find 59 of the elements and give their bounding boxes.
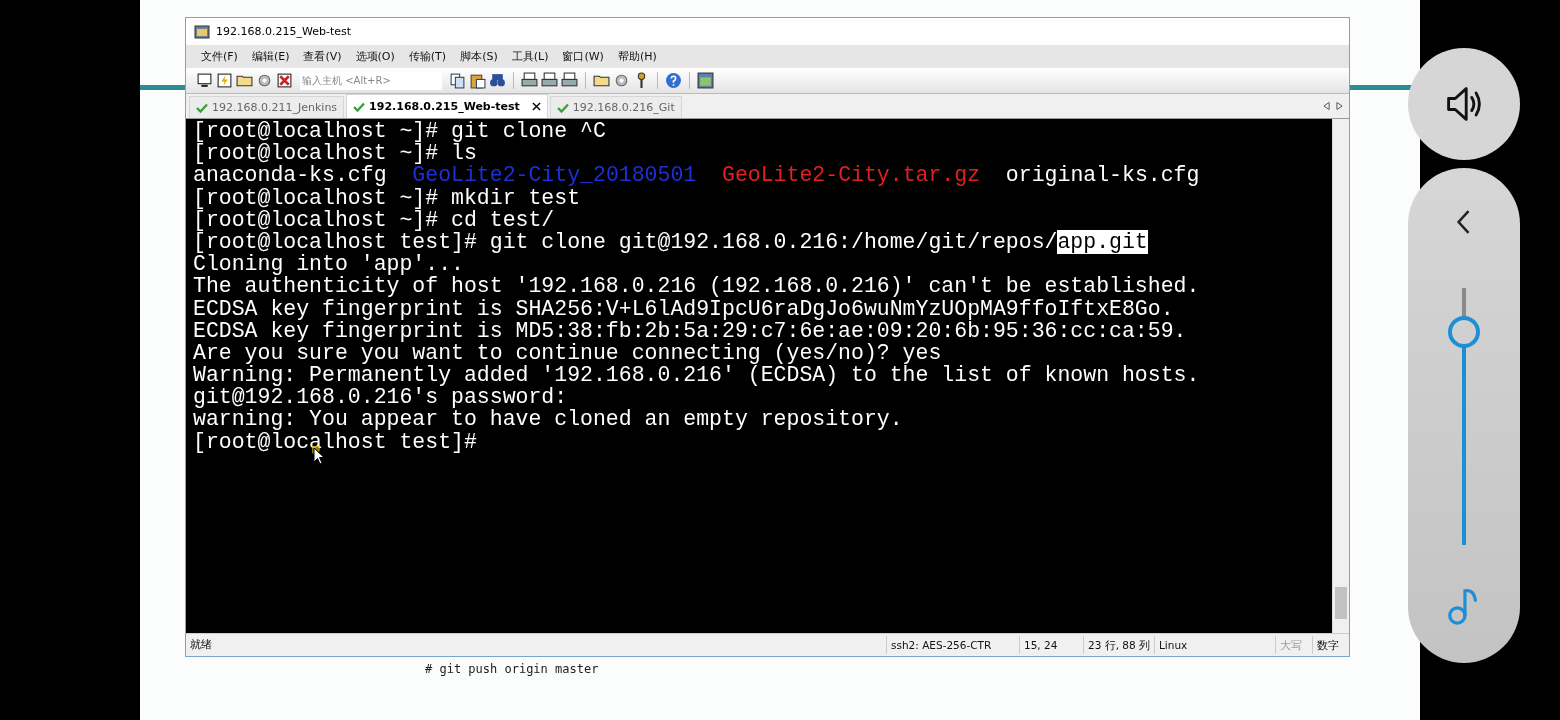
copy-icon[interactable] [449,72,466,89]
tab-label: 192.168.0.211_Jenkins [212,101,338,114]
checkmark-icon [196,102,208,113]
terminal-line: [root@localhost ~]# git clone ^C [193,120,606,143]
terminal-line: anaconda-ks.cfg GeoLite2-City_20180501 GeoLite2-City.tar.gz original-ks.cfg [193,164,1200,187]
slider-thumb[interactable] [1448,315,1480,348]
terminal-line: ECDSA key fingerprint is SHA256:V+L6lAd9IpcU6raDgJo6wuNmYzUOpMA9ffoIftxE8Go. [193,297,1174,320]
key-indicator: 大写 [1275,636,1312,654]
status-text: 就绪 [189,638,213,652]
window-icon[interactable] [697,72,714,89]
computer-icon[interactable] [196,72,213,89]
terminal-line: [root@localhost ~]# mkdir test [193,186,581,209]
host-field[interactable]: 输入主机 <Alt+R> [300,71,442,90]
terminal-line: ECDSA key fingerprint is MD5:38:fb:2b:5a:29:c7:6e:ae:09:20:6b:95:36:cc:ca:59. [193,319,1187,342]
scrollbar[interactable] [1332,119,1349,633]
printer-icon[interactable] [521,72,538,89]
terminal-line: [root@localhost test]# git clone git@192.168.0.216:/home/git/repos/app.git [193,230,1148,254]
tab-label: 192.168.0.216_Git [572,101,675,114]
terminal-line: warning: You appear to have cloned an empty repository. [193,408,903,431]
right-arrow-icon[interactable] [1336,101,1343,111]
close-icon[interactable] [531,102,541,111]
session-tab[interactable]: 192.168.0.211_Jenkins [189,96,345,118]
terminal-line: Are you sure you want to continue connecting (yes/no)? yes [193,341,942,365]
window-title: 192.168.0.215_Web-test [216,25,352,38]
app-icon [194,23,210,40]
menu-item[interactable]: 传输(T) [401,47,454,66]
printer-icon[interactable] [541,72,558,89]
menu-item[interactable]: 脚本(S) [453,47,505,66]
terminal-line: Warning: Permanently added '192.168.0.216' (ECDSA) to the list of known hosts. [193,364,1200,387]
cursor-position: 15, 24 [1019,636,1083,654]
checkmark-icon [353,101,366,112]
printer-icon[interactable] [561,72,578,89]
slide-code-text: # git push origin master [425,662,599,676]
terminal-size: 23 行, 88 列 [1083,636,1154,654]
checkmark-icon [556,102,569,113]
terminal-line: git@192.168.0.216's password: [193,386,568,409]
menu-item[interactable]: 帮助(H) [610,47,664,66]
cipher-text: ssh2: AES-256-CTR [886,636,1019,654]
terminal-line: [root@localhost ~]# ls [193,142,477,165]
left-arrow-icon[interactable] [1323,101,1330,111]
menu-item[interactable]: 编辑(E) [244,47,297,66]
os-label: Linux [1154,636,1275,654]
key-indicator: 数字 [1312,636,1349,654]
lightning-icon[interactable] [216,72,233,89]
menu-item[interactable]: 查看(V) [296,47,349,66]
session-tab[interactable]: 192.168.0.215_Web-test [346,94,548,118]
clipboard-icon[interactable] [469,72,486,89]
session-tab[interactable]: 192.168.0.216_Git [549,96,682,118]
cross-icon[interactable] [276,72,293,89]
terminal-line: [root@localhost ~]# cd test/ [193,208,555,231]
menu-item[interactable]: 工具(L) [504,47,556,66]
terminal-line: Cloning into 'app'... [193,253,464,276]
menu-item[interactable]: 文件(F) [194,47,245,66]
tab-label: 192.168.0.215_Web-test [369,100,520,113]
menu-item[interactable]: 选项(O) [348,47,402,66]
help-icon[interactable] [665,72,682,89]
terminal-line: [root@localhost test]# [193,430,477,453]
terminal-line: The authenticity of host '192.168.0.216 (192.168.0.216)' can't be established. [193,275,1200,298]
menu-item[interactable]: 窗口(W) [555,47,611,66]
